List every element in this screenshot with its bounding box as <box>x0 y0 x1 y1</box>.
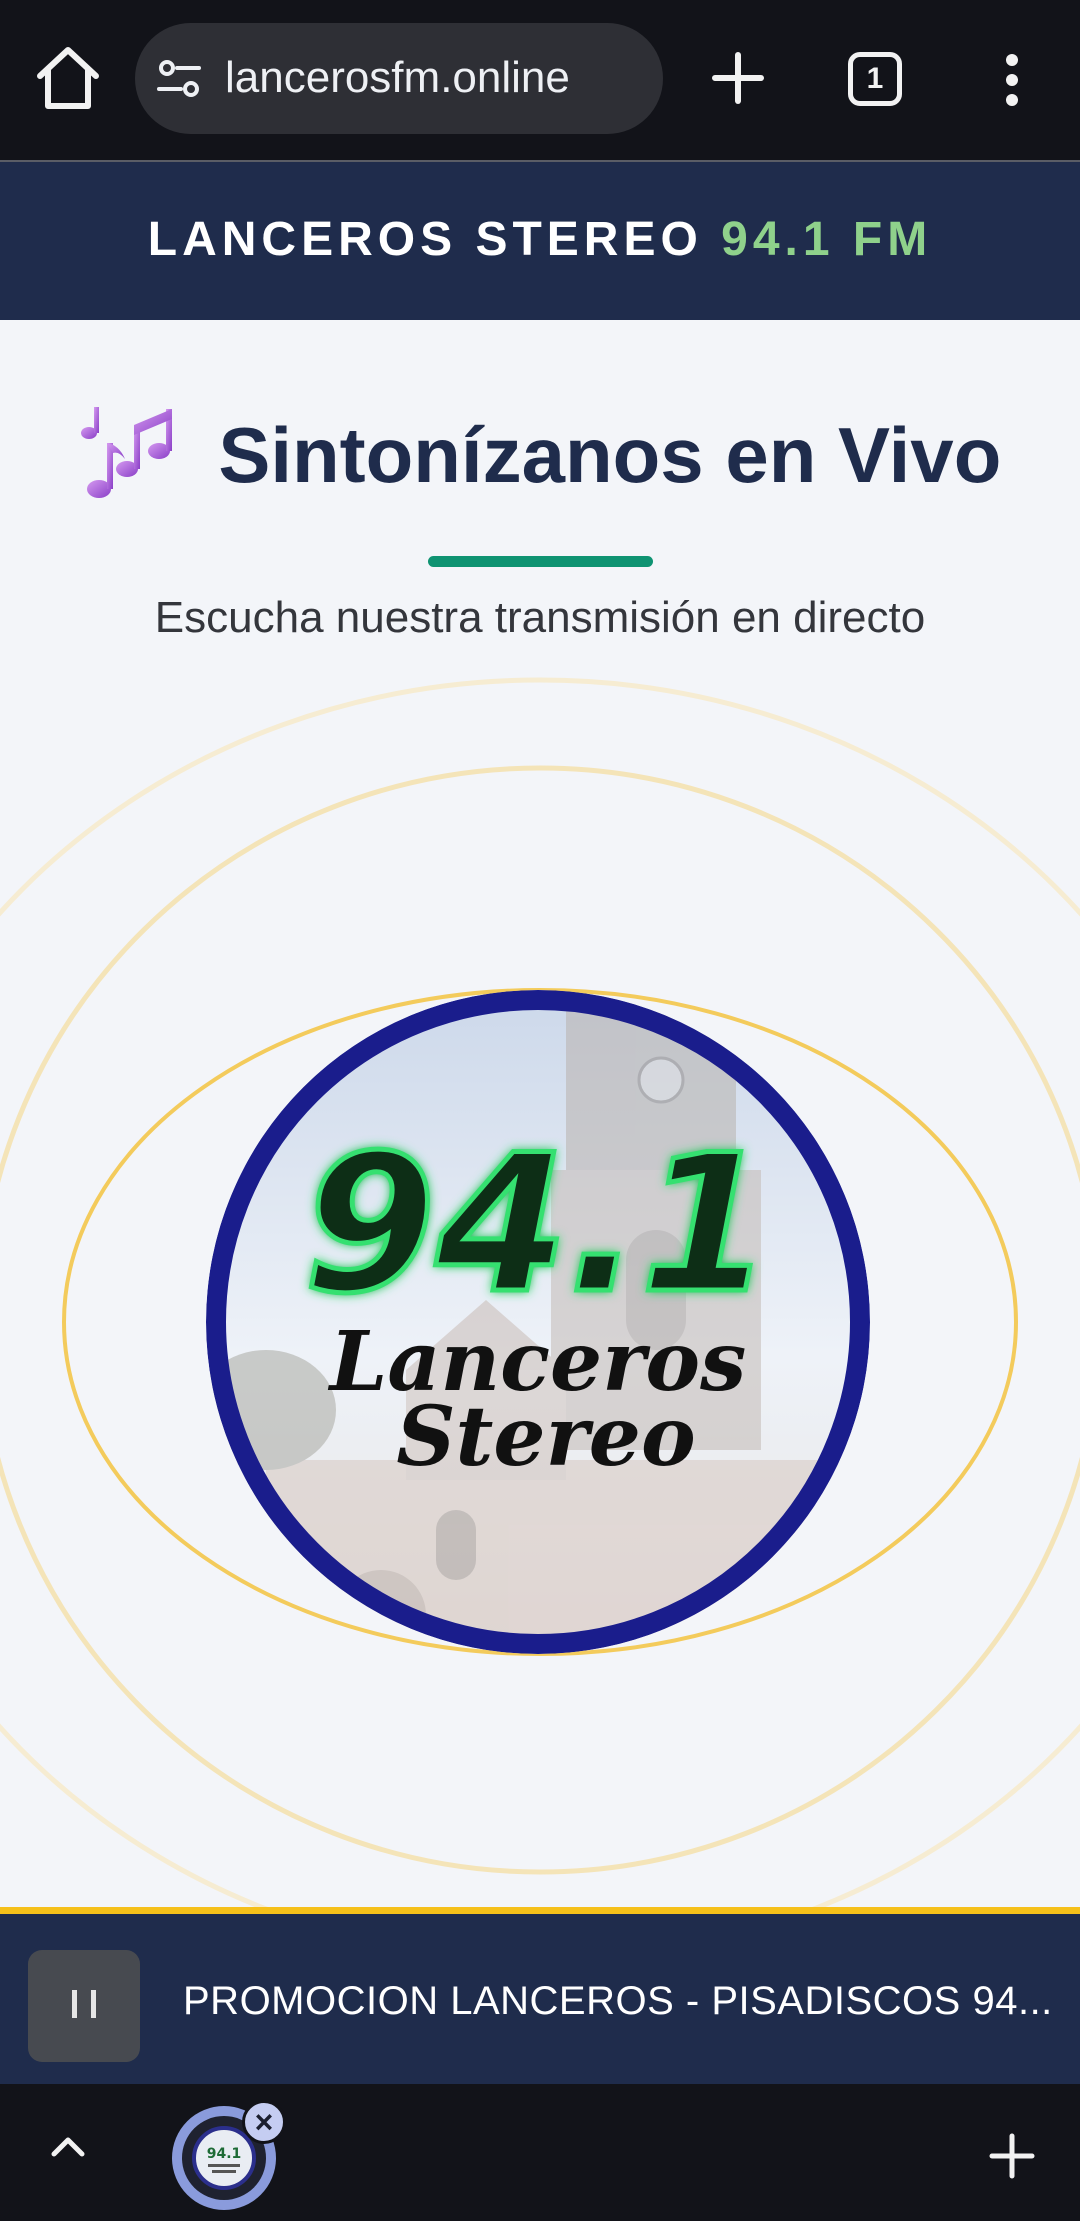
station-frequency: 94.1 FM <box>721 213 933 266</box>
browser-bottom-bar: 94.1 × <box>0 2084 1080 2221</box>
page-title-text: Sintonízanos en Vivo <box>218 411 1002 499</box>
page-subtitle: Escucha nuestra transmisión en directo <box>154 593 926 642</box>
now-playing-title: PROMOCION LANCEROS - PISADISCOS 94... <box>183 1979 1053 2023</box>
station-logo[interactable]: 94.1 Lanceros Stereo <box>206 990 870 1654</box>
thumb-frequency: 94.1 <box>207 2146 242 2162</box>
logo-frequency: 94.1 <box>304 1114 773 1335</box>
browser-toolbar: lancerosfm.online 1 <box>0 0 1080 162</box>
site-header: LANCEROS STEREO 94.1 FM <box>0 162 1080 320</box>
title-underline <box>428 556 653 567</box>
address-bar[interactable]: lancerosfm.online <box>135 23 663 134</box>
site-info-icon[interactable] <box>157 59 201 99</box>
tab-switcher-icon[interactable]: 1 <box>848 52 902 106</box>
pause-button[interactable] <box>28 1950 140 2062</box>
site-title[interactable]: LANCEROS STEREO 94.1 FM <box>0 212 1080 267</box>
home-icon[interactable] <box>30 40 106 116</box>
logo-name-line2: Stereo <box>396 1389 695 1485</box>
more-vert-icon[interactable] <box>990 50 1034 110</box>
music-notes-icon <box>80 407 172 499</box>
page-title: Sintonízanos en Vivo <box>0 405 1080 511</box>
audio-player: PROMOCION LANCEROS - PISADISCOS 94... <box>0 1907 1080 2084</box>
chevron-up-icon[interactable] <box>48 2126 88 2166</box>
tab-count: 1 <box>866 62 884 95</box>
plus-icon[interactable] <box>705 45 771 111</box>
logo-graphic: 94.1 Lanceros Stereo <box>206 990 870 1654</box>
station-name: LANCEROS STEREO <box>147 213 703 266</box>
plus-icon[interactable] <box>988 2132 1036 2180</box>
url-text[interactable]: lancerosfm.online <box>225 51 570 105</box>
close-icon[interactable]: × <box>242 2100 286 2144</box>
